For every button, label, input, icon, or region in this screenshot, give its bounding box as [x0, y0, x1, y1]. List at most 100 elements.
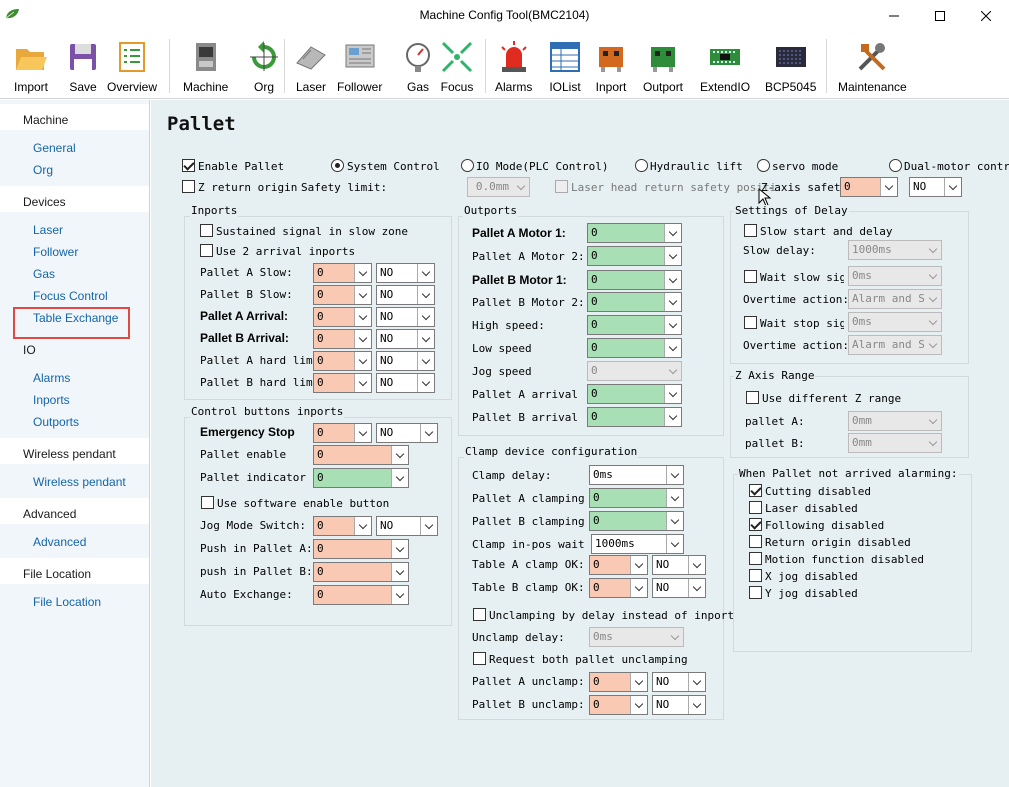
sidebar-item-wireless-pendant[interactable]: Wireless pendant [33, 475, 126, 489]
laser-disabled-checkbox[interactable] [749, 501, 762, 514]
motion-function-disabled-checkbox[interactable] [749, 552, 762, 565]
jog-mode-switch-port-select[interactable]: 0 [313, 516, 372, 536]
software-enable-checkbox[interactable] [201, 496, 214, 509]
pallet-a-slow-level-select[interactable]: NO [376, 263, 435, 283]
pallet-b-slow-level-select[interactable]: NO [376, 285, 435, 305]
extendio-button[interactable]: ExtendIO [700, 39, 750, 97]
pallet-b-slow-port-select[interactable]: 0 [313, 285, 372, 305]
pallet-a-unclamp-port-select[interactable]: 0 [589, 672, 648, 692]
sidebar-item-inports[interactable]: Inports [33, 393, 70, 407]
close-button[interactable] [963, 0, 1009, 31]
dual-motor-radio[interactable] [889, 159, 902, 172]
pallet-a-hard-limit-port-select[interactable]: 0 [313, 351, 372, 371]
wait-slow-signal-checkbox[interactable] [744, 270, 757, 283]
sidebar-item-focus-control[interactable]: Focus Control [33, 289, 108, 303]
outport-button[interactable]: Outport [643, 39, 683, 97]
high-speed-select[interactable]: 0 [587, 315, 682, 335]
alarms-button[interactable]: Alarms [495, 39, 532, 97]
slow-start-checkbox[interactable] [744, 224, 757, 237]
import-button[interactable]: Import [13, 39, 49, 97]
low-speed-select[interactable]: 0 [587, 338, 682, 358]
pallet-a-unclamp-level-select[interactable]: NO [652, 672, 706, 692]
wait-stop-signal-checkbox[interactable] [744, 316, 757, 329]
table-a-clamp-ok-port-select[interactable]: 0 [589, 555, 648, 575]
cutting-disabled-checkbox[interactable] [749, 484, 762, 497]
wait-stop-signal-select[interactable]: 0ms [848, 312, 942, 332]
hydraulic-lift-radio[interactable] [635, 159, 648, 172]
sidebar-header-advanced[interactable]: Advanced [0, 498, 149, 524]
jog-speed-select[interactable]: 0 [587, 361, 682, 381]
pallet-a-arrival-out-select[interactable]: 0 [587, 384, 682, 404]
maintenance-button[interactable]: Maintenance [838, 39, 907, 97]
z-axis-safety-port-select[interactable]: 0 [840, 177, 898, 197]
use-2-arrival-checkbox[interactable] [200, 244, 213, 257]
servo-mode-radio[interactable] [757, 159, 770, 172]
emergency-stop-level-select[interactable]: NO [376, 423, 438, 443]
z-axis-safety-level-select[interactable]: NO [909, 177, 962, 197]
clamp-inpos-wait-select[interactable]: 1000ms [591, 534, 684, 554]
follower-button[interactable]: Follower [337, 39, 382, 97]
x-jog-disabled-checkbox[interactable] [749, 569, 762, 582]
sustained-signal-checkbox[interactable] [200, 224, 213, 237]
sidebar-header-machine[interactable]: Machine [0, 104, 149, 130]
table-b-clamp-ok-level-select[interactable]: NO [652, 578, 706, 598]
sidebar-item-general[interactable]: General [33, 141, 76, 155]
clamp-delay-select[interactable]: 0ms [589, 465, 684, 485]
sidebar-item-org[interactable]: Org [33, 163, 53, 177]
sidebar-header-io[interactable]: IO [0, 334, 149, 360]
pallet-b-arrival-out-select[interactable]: 0 [587, 407, 682, 427]
sidebar-item-alarms[interactable]: Alarms [33, 371, 70, 385]
z-return-origin-checkbox[interactable] [182, 180, 195, 193]
y-jog-disabled-checkbox[interactable] [749, 586, 762, 599]
unclamp-by-delay-checkbox[interactable] [473, 608, 486, 621]
pallet-a-z-input[interactable]: 0mm [848, 411, 942, 431]
request-both-unclamp-checkbox[interactable] [473, 652, 486, 665]
system-control-radio[interactable] [331, 159, 344, 172]
sidebar-item-outports[interactable]: Outports [33, 415, 79, 429]
minimize-button[interactable] [871, 0, 917, 31]
pallet-b-arrival-level-select[interactable]: NO [376, 329, 435, 349]
pallet-b-unclamp-port-select[interactable]: 0 [589, 695, 648, 715]
enable-pallet-checkbox[interactable] [182, 159, 195, 172]
table-a-clamp-ok-level-select[interactable]: NO [652, 555, 706, 575]
sidebar-item-advanced[interactable]: Advanced [33, 535, 86, 549]
bcp5045-button[interactable]: BCP5045 [765, 39, 816, 97]
pallet-b-hard-limit-level-select[interactable]: NO [376, 373, 435, 393]
use-different-z-range-checkbox[interactable] [746, 391, 759, 404]
following-disabled-checkbox[interactable] [749, 518, 762, 531]
auto-exchange-select[interactable]: 0 [313, 585, 409, 605]
focus-button[interactable]: Focus [439, 39, 475, 97]
maximize-button[interactable] [917, 0, 963, 31]
pallet-a-arrival-level-select[interactable]: NO [376, 307, 435, 327]
overview-button[interactable]: Overview [107, 39, 157, 97]
iolist-button[interactable]: IOList [547, 39, 583, 97]
pallet-a-hard-limit-level-select[interactable]: NO [376, 351, 435, 371]
pallet-b-motor-2-select[interactable]: 0 [587, 292, 682, 312]
pallet-indicator-select[interactable]: 0 [313, 468, 409, 488]
pallet-a-slow-port-select[interactable]: 0 [313, 263, 372, 283]
laser-head-return-checkbox[interactable] [555, 180, 568, 193]
pallet-a-motor-1-select[interactable]: 0 [587, 223, 682, 243]
sidebar-item-follower[interactable]: Follower [33, 245, 78, 259]
pallet-enable-select[interactable]: 0 [313, 445, 409, 465]
pallet-b-z-input[interactable]: 0mm [848, 433, 942, 453]
io-mode-radio[interactable] [461, 159, 474, 172]
pallet-b-motor-1-select[interactable]: 0 [587, 270, 682, 290]
table-b-clamp-ok-port-select[interactable]: 0 [589, 578, 648, 598]
machine-button[interactable]: Machine [183, 39, 228, 97]
pallet-b-hard-limit-port-select[interactable]: 0 [313, 373, 372, 393]
org-button[interactable]: Org [246, 39, 282, 97]
safety-limit-input[interactable]: 0.0mm [467, 177, 530, 197]
sidebar-header-devices[interactable]: Devices [0, 186, 149, 212]
sidebar-item-file-location[interactable]: File Location [33, 595, 101, 609]
pallet-b-unclamp-level-select[interactable]: NO [652, 695, 706, 715]
push-in-pallet-a-select[interactable]: 0 [313, 539, 409, 559]
laser-button[interactable]: Laser [293, 39, 329, 97]
emergency-stop-port-select[interactable]: 0 [313, 423, 372, 443]
wait-slow-signal-select[interactable]: 0ms [848, 266, 942, 286]
save-button[interactable]: Save [65, 39, 101, 97]
unclamp-delay-select[interactable]: 0ms [589, 627, 684, 647]
overtime-action-2-select[interactable]: Alarm and St [848, 335, 942, 355]
sidebar-header-file-location[interactable]: File Location [0, 558, 149, 584]
sidebar-header-wireless-pendant[interactable]: Wireless pendant [0, 438, 149, 464]
